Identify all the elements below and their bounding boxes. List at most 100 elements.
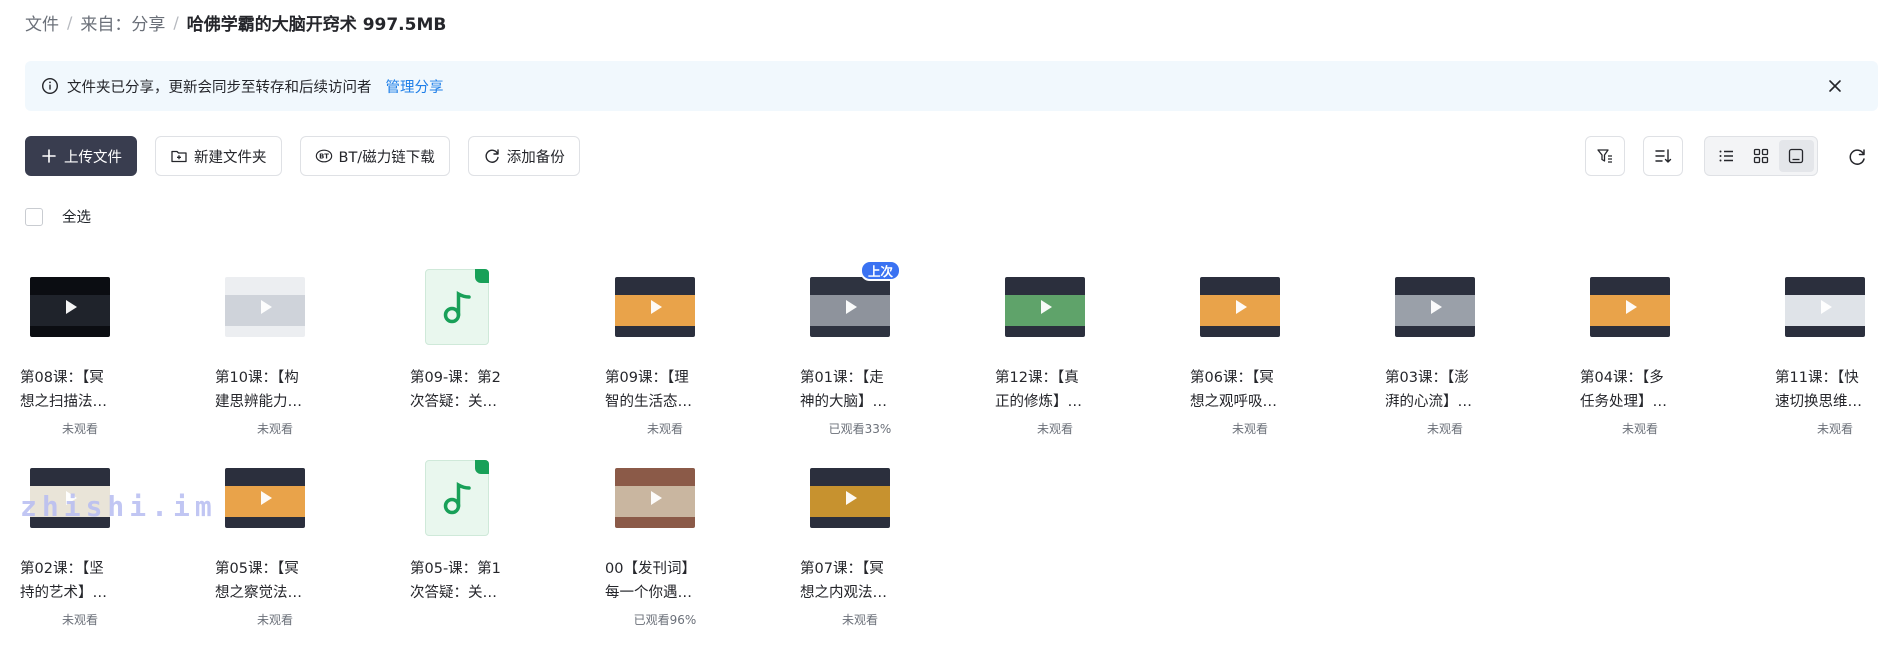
breadcrumb-separator: / xyxy=(67,12,73,32)
folder-plus-icon xyxy=(170,147,188,165)
breadcrumb-files[interactable]: 文件 xyxy=(25,10,59,35)
file-name: 第12课：【真 正的修炼】… xyxy=(995,366,1115,414)
new-folder-label: 新建文件夹 xyxy=(194,149,267,166)
file-name-line1: 第09-课：第2 xyxy=(410,370,501,386)
toolbar: 上传文件 新建文件夹 BT BT/磁力链下载 添加备份 xyxy=(25,136,598,176)
watch-status: 已观看33% xyxy=(828,422,892,436)
video-thumbnail xyxy=(225,468,305,528)
play-icon xyxy=(261,300,272,314)
svg-text:BT: BT xyxy=(319,153,329,161)
file-name-line2: 智的生活态… xyxy=(605,394,692,410)
file-name-line2: 想之扫描法… xyxy=(20,394,107,410)
bt-magnet-download-label: BT/磁力链下载 xyxy=(338,149,435,166)
video-thumbnail xyxy=(30,277,110,337)
thumbnail-view-icon xyxy=(1789,148,1804,164)
upload-file-button[interactable]: 上传文件 xyxy=(25,136,137,176)
play-icon xyxy=(651,491,662,505)
file-item[interactable]: 第05-课：第1 次答疑：关… xyxy=(410,453,560,633)
file-item[interactable]: 第09课：【理 智的生活态… 未观看 xyxy=(605,262,755,442)
grid-view-button[interactable] xyxy=(1743,140,1778,172)
file-name-line2: 正的修炼】… xyxy=(995,394,1082,410)
file-name: 第09课：【理 智的生活态… xyxy=(605,366,725,414)
sort-icon xyxy=(1655,149,1672,163)
file-name-line1: 第01课：【走 xyxy=(800,370,884,386)
file-name-line2: 每一个你遇… xyxy=(605,585,692,601)
new-folder-button[interactable]: 新建文件夹 xyxy=(155,136,282,176)
file-item[interactable]: 第03课：【澎 湃的心流】… 未观看 xyxy=(1385,262,1535,442)
file-item[interactable]: 第05课：【冥 想之察觉法… 未观看 xyxy=(215,453,365,633)
breadcrumb-current-folder: 哈佛学霸的大脑开窍术 997.5MB xyxy=(186,14,447,35)
watch-status: 未观看 xyxy=(1036,422,1073,436)
play-icon xyxy=(1431,300,1442,314)
file-item[interactable]: 上次第01课：【走 神的大脑】… 已观看33% xyxy=(800,260,950,442)
file-item[interactable]: 第04课：【多 任务处理】… 未观看 xyxy=(1580,262,1730,442)
select-all[interactable]: 全选 xyxy=(25,206,91,227)
video-thumbnail xyxy=(615,468,695,528)
file-name-line2: 任务处理】… xyxy=(1580,394,1667,410)
file-name: 第03课：【澎 湃的心流】… xyxy=(1385,366,1505,414)
filter-button[interactable] xyxy=(1585,136,1625,176)
watch-status: 未观看 xyxy=(1231,422,1268,436)
audio-file-icon xyxy=(425,269,489,345)
file-item[interactable]: 第12课：【真 正的修炼】… 未观看 xyxy=(995,262,1145,442)
file-name-line2: 湃的心流】… xyxy=(1385,394,1472,410)
file-item[interactable]: 00【发刊词】 每一个你遇… 已观看96% xyxy=(605,453,755,633)
breadcrumb-shared[interactable]: 来自：分享 xyxy=(80,10,165,35)
file-name-line1: 第12课：【真 xyxy=(995,370,1079,386)
bt-icon: BT xyxy=(315,147,333,165)
watch-status: 已观看96% xyxy=(633,613,697,627)
file-name: 第09-课：第2 次答疑：关… xyxy=(410,366,530,414)
play-icon xyxy=(651,300,662,314)
play-icon xyxy=(1821,300,1832,314)
file-name-line1: 第07课：【冥 xyxy=(800,561,884,577)
video-thumbnail xyxy=(810,277,890,337)
list-view-icon xyxy=(1719,150,1733,162)
view-mode-switch xyxy=(1704,136,1818,176)
file-name-line1: 第05课：【冥 xyxy=(215,561,299,577)
sync-icon xyxy=(483,147,501,165)
file-name: 第05-课：第1 次答疑：关… xyxy=(410,557,530,605)
play-icon xyxy=(261,491,272,505)
file-name-line2: 建思辨能力… xyxy=(215,394,302,410)
manage-share-link[interactable]: 管理分享 xyxy=(386,76,444,97)
file-name-line2: 想之观呼吸… xyxy=(1190,394,1277,410)
play-icon xyxy=(1041,300,1052,314)
close-icon[interactable] xyxy=(1826,77,1844,95)
file-item[interactable]: 第08课：【冥 想之扫描法… 未观看 xyxy=(20,262,170,442)
thumbnail-view-button[interactable] xyxy=(1778,140,1814,172)
video-thumbnail xyxy=(1590,277,1670,337)
refresh-icon[interactable] xyxy=(1846,146,1868,168)
file-item[interactable]: 第07课：【冥 想之内观法… 未观看 xyxy=(800,453,950,633)
file-name: 第06课：【冥 想之观呼吸… xyxy=(1190,366,1310,414)
watch-status: 未观看 xyxy=(1816,422,1853,436)
file-item[interactable]: 第06课：【冥 想之观呼吸… 未观看 xyxy=(1190,262,1340,442)
file-item[interactable]: 第09-课：第2 次答疑：关… xyxy=(410,262,560,442)
list-view-button[interactable] xyxy=(1708,140,1743,172)
file-name-line2: 神的大脑】… xyxy=(800,394,887,410)
file-item[interactable]: 第02课：【坚 持的艺术】… 未观看 xyxy=(20,453,170,633)
add-backup-button[interactable]: 添加备份 xyxy=(467,136,580,176)
watch-status: 未观看 xyxy=(61,422,98,436)
file-corner xyxy=(475,269,489,283)
watch-status: 未观看 xyxy=(61,613,98,627)
share-notice-bar: 文件夹已分享，更新会同步至转存和后续访问者 管理分享 xyxy=(25,61,1878,111)
audio-file-icon xyxy=(425,460,489,536)
file-name-line2: 次答疑：关… xyxy=(410,585,497,601)
last-watched-badge: 上次 xyxy=(860,260,902,281)
file-item[interactable]: 第10课：【构 建思辨能力… 未观看 xyxy=(215,262,365,442)
file-name: 第08课：【冥 想之扫描法… xyxy=(20,366,140,414)
file-item[interactable]: 第11课：【快 速切换思维… 未观看 xyxy=(1775,262,1878,442)
sort-button-wrap xyxy=(1643,136,1683,176)
breadcrumb-separator: / xyxy=(173,12,179,32)
select-all-checkbox[interactable] xyxy=(25,207,43,226)
plus-icon xyxy=(40,147,58,165)
sort-button[interactable] xyxy=(1643,136,1683,176)
video-thumbnail xyxy=(1200,277,1280,337)
bt-magnet-download-button[interactable]: BT BT/磁力链下载 xyxy=(299,136,450,176)
video-thumbnail xyxy=(225,277,305,337)
file-name: 第10课：【构 建思辨能力… xyxy=(215,366,335,414)
play-icon xyxy=(1236,300,1247,314)
file-name: 第07课：【冥 想之内观法… xyxy=(800,557,920,605)
filter-icon xyxy=(1597,149,1612,163)
file-name-line1: 第05-课：第1 xyxy=(410,561,501,577)
